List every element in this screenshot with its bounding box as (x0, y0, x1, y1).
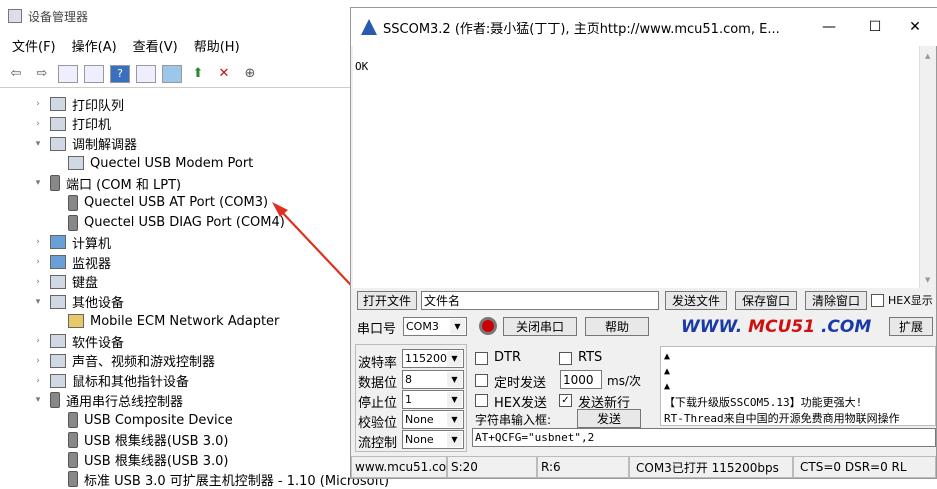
url-prefix: WWW. (681, 317, 743, 337)
databits-label: 数据位 (358, 376, 398, 391)
chevron-down-icon: ▼ (447, 412, 462, 427)
databits-value: 8 (405, 373, 412, 386)
baud-label: 波特率 (358, 356, 398, 371)
baud-value: 115200 (405, 352, 447, 365)
chevron-down-icon: ▼ (447, 372, 462, 387)
send-input[interactable]: AT+QCFG="usbnet",2 (472, 428, 936, 447)
receive-area[interactable]: OK (353, 46, 919, 288)
chevron-down-icon: ▼ (450, 319, 465, 334)
port-value: COM3 (406, 320, 439, 333)
triangle-icon: ▲ (664, 366, 671, 377)
status-site: www.mcu51.cor (351, 456, 447, 478)
chevron-down-icon: ▼ (447, 392, 462, 407)
save-window-button[interactable]: 保存窗口 (735, 291, 797, 310)
interval-unit: ms/次 (607, 374, 641, 388)
chevron-down-icon: ▼ (447, 351, 462, 366)
receive-text: OK (355, 60, 369, 73)
send-file-button[interactable]: 发送文件 (665, 291, 727, 310)
chevron-down-icon: ▼ (447, 432, 462, 447)
stopbits-select[interactable]: 1 ▼ (402, 390, 464, 409)
rtthread-message[interactable]: RT-Thread来自中国的开源免费商用物联网操作 (664, 410, 932, 426)
port-label: 串口号 (357, 322, 397, 337)
interval-input[interactable]: 1000 (560, 370, 602, 389)
hex-display-checkbox[interactable] (871, 294, 884, 307)
url-suffix: .COM (820, 317, 872, 337)
flow-value: None (405, 433, 434, 446)
rts-label: RTS (578, 350, 603, 365)
dtr-checkbox[interactable] (475, 352, 488, 365)
timed-send-label: 定时发送 (494, 376, 547, 391)
parity-value: None (405, 413, 434, 426)
help-button[interactable]: 帮助 (585, 317, 649, 336)
expand-button[interactable]: 扩展 (889, 317, 933, 336)
flow-label: 流控制 (358, 436, 398, 451)
sscom-titlebar: SSCOM3.2 (作者:聂小猛(丁丁), 主页http://www.mcu51… (351, 8, 937, 46)
open-file-button[interactable]: 打开文件 (357, 291, 417, 310)
status-bar: www.mcu51.cor S:20 R:6 COM3已打开 115200bps… (351, 456, 937, 478)
hex-display-label: HEX显示 (888, 294, 933, 307)
dtr-label: DTR (494, 350, 521, 365)
message-panel: ▲ ▲ ▲ 【下载升级版SSCOM5.13】功能更强大! RT-Thread来自… (660, 346, 936, 426)
url-mcu51: MCU51 (748, 317, 816, 337)
sscom-app-icon (361, 19, 377, 35)
hex-send-checkbox[interactable] (475, 394, 488, 407)
status-received: R:6 (537, 456, 629, 478)
parity-label: 校验位 (358, 416, 398, 431)
flow-select[interactable]: None ▼ (402, 430, 464, 449)
mcu51-url-banner[interactable]: WWW. MCU51 .COM (681, 317, 871, 337)
status-lines: CTS=0 DSR=0 RL (793, 456, 936, 478)
triangle-icon: ▲ (664, 351, 671, 362)
send-newline-checkbox[interactable]: ✓ (559, 394, 572, 407)
minimize-icon[interactable]: — (806, 8, 852, 46)
baud-select[interactable]: 115200 ▼ (402, 349, 464, 368)
timed-send-checkbox[interactable] (475, 374, 488, 387)
scroll-down-icon[interactable]: ▼ (925, 276, 930, 284)
scroll-up-icon[interactable]: ▲ (925, 52, 930, 60)
parity-select[interactable]: None ▼ (402, 410, 464, 429)
hex-send-label: HEX发送 (494, 396, 547, 411)
port-select[interactable]: COM3 ▼ (403, 317, 467, 336)
rts-checkbox[interactable] (559, 352, 572, 365)
sscom-title: SSCOM3.2 (作者:聂小猛(丁丁), 主页http://www.mcu51… (383, 21, 780, 37)
triangle-icon: ▲ (664, 381, 671, 392)
databits-select[interactable]: 8 ▼ (402, 370, 464, 389)
clear-window-button[interactable]: 清除窗口 (805, 291, 867, 310)
file-name-input[interactable]: 文件名 (421, 291, 659, 310)
upgrade-message[interactable]: 【下载升级版SSCOM5.13】功能更强大! (664, 394, 932, 410)
stopbits-label: 停止位 (358, 396, 398, 411)
input-box-label: 字符串输入框: (475, 413, 552, 427)
sscom-window: SSCOM3.2 (作者:聂小猛(丁丁), 主页http://www.mcu51… (350, 7, 937, 479)
status-sent: S:20 (447, 456, 537, 478)
stopbits-value: 1 (405, 393, 412, 406)
close-port-button[interactable]: 关闭串口 (503, 317, 577, 336)
port-status-led-icon (479, 317, 497, 335)
status-port: COM3已打开 115200bps (629, 456, 793, 478)
receive-scrollbar[interactable]: ▲ ▼ (919, 46, 936, 288)
send-button[interactable]: 发送 (577, 409, 641, 428)
close-icon[interactable]: ✕ (892, 8, 937, 46)
